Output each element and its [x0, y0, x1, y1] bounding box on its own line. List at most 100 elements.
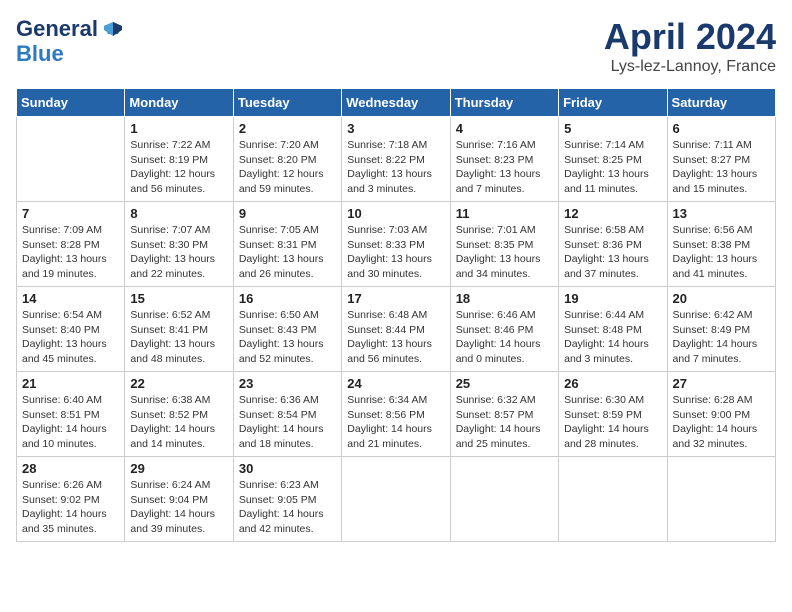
day-info: Sunrise: 7:16 AM Sunset: 8:23 PM Dayligh…: [456, 138, 553, 197]
calendar-cell: 10Sunrise: 7:03 AM Sunset: 8:33 PM Dayli…: [342, 202, 450, 287]
calendar-cell: [450, 457, 558, 542]
calendar-cell: 27 Sunrise: 6:28 AM Sunset: 9:00 PM Dayli…: [667, 372, 775, 457]
day-info: Sunrise: 6:54 AM Sunset: 8:40 PM Dayligh…: [22, 308, 119, 367]
title-area: April 2024 Lys-lez-Lannoy, France: [604, 16, 776, 76]
calendar-cell: 6 Sunrise: 7:11 AM Sunset: 8:27 PM Daylig…: [667, 117, 775, 202]
day-info: Sunrise: 6:48 AM Sunset: 8:44 PM Dayligh…: [347, 308, 444, 367]
calendar-cell: 16 Sunrise: 6:50 AM Sunset: 8:43 PM Dayli…: [233, 287, 341, 372]
page-header: General Blue April 2024 Lys-lez-Lannoy, …: [16, 16, 776, 76]
day-number: 17: [347, 291, 444, 306]
day-number: 9: [239, 206, 336, 221]
logo-icon: [100, 16, 126, 42]
calendar-cell: 9 Sunrise: 7:05 AM Sunset: 8:31 PM Daylig…: [233, 202, 341, 287]
calendar-header-wednesday: Wednesday: [342, 89, 450, 117]
calendar-cell: 18 Sunrise: 6:46 AM Sunset: 8:46 PM Dayli…: [450, 287, 558, 372]
calendar-header-monday: Monday: [125, 89, 233, 117]
day-number: 19: [564, 291, 661, 306]
calendar-cell: 11 Sunrise: 7:01 AM Sunset: 8:35 PM Dayli…: [450, 202, 558, 287]
day-info: Sunrise: 6:40 AM Sunset: 8:51 PM Dayligh…: [22, 393, 119, 452]
day-info: Sunrise: 7:14 AM Sunset: 8:25 PM Dayligh…: [564, 138, 661, 197]
day-number: 18: [456, 291, 553, 306]
day-number: 4: [456, 121, 553, 136]
calendar-cell: 8Sunrise: 7:07 AM Sunset: 8:30 PM Daylig…: [125, 202, 233, 287]
day-number: 12: [564, 206, 661, 221]
calendar-cell: 20 Sunrise: 6:42 AM Sunset: 8:49 PM Dayli…: [667, 287, 775, 372]
day-info: Sunrise: 7:20 AM Sunset: 8:20 PM Dayligh…: [239, 138, 336, 197]
day-info: Sunrise: 7:01 AM Sunset: 8:35 PM Dayligh…: [456, 223, 553, 282]
calendar-cell: 14 Sunrise: 6:54 AM Sunset: 8:40 PM Dayli…: [17, 287, 125, 372]
day-info: Sunrise: 6:42 AM Sunset: 8:49 PM Dayligh…: [673, 308, 770, 367]
day-number: 21: [22, 376, 119, 391]
calendar-cell: 22Sunrise: 6:38 AM Sunset: 8:52 PM Dayli…: [125, 372, 233, 457]
calendar-week-row: 21 Sunrise: 6:40 AM Sunset: 8:51 PM Dayli…: [17, 372, 776, 457]
calendar-header-tuesday: Tuesday: [233, 89, 341, 117]
calendar-cell: 25 Sunrise: 6:32 AM Sunset: 8:57 PM Dayli…: [450, 372, 558, 457]
day-number: 1: [130, 121, 227, 136]
day-number: 8: [130, 206, 227, 221]
calendar-cell: 24Sunrise: 6:34 AM Sunset: 8:56 PM Dayli…: [342, 372, 450, 457]
calendar-cell: 3 Sunrise: 7:18 AM Sunset: 8:22 PM Daylig…: [342, 117, 450, 202]
day-number: 27: [673, 376, 770, 391]
calendar-cell: 5 Sunrise: 7:14 AM Sunset: 8:25 PM Daylig…: [559, 117, 667, 202]
day-number: 3: [347, 121, 444, 136]
calendar-cell: [342, 457, 450, 542]
day-info: Sunrise: 6:24 AM Sunset: 9:04 PM Dayligh…: [130, 478, 227, 537]
day-info: Sunrise: 6:50 AM Sunset: 8:43 PM Dayligh…: [239, 308, 336, 367]
day-number: 11: [456, 206, 553, 221]
day-number: 10: [347, 206, 444, 221]
day-info: Sunrise: 6:56 AM Sunset: 8:38 PM Dayligh…: [673, 223, 770, 282]
calendar-header-saturday: Saturday: [667, 89, 775, 117]
day-info: Sunrise: 7:22 AM Sunset: 8:19 PM Dayligh…: [130, 138, 227, 197]
calendar-cell: 7 Sunrise: 7:09 AM Sunset: 8:28 PM Daylig…: [17, 202, 125, 287]
calendar-cell: 13 Sunrise: 6:56 AM Sunset: 8:38 PM Dayli…: [667, 202, 775, 287]
calendar-week-row: 1 Sunrise: 7:22 AM Sunset: 8:19 PM Daylig…: [17, 117, 776, 202]
month-title: April 2024: [604, 16, 776, 58]
calendar-table: SundayMondayTuesdayWednesdayThursdayFrid…: [16, 88, 776, 542]
calendar-cell: 28Sunrise: 6:26 AM Sunset: 9:02 PM Dayli…: [17, 457, 125, 542]
day-number: 7: [22, 206, 119, 221]
day-info: Sunrise: 6:52 AM Sunset: 8:41 PM Dayligh…: [130, 308, 227, 367]
calendar-cell: [667, 457, 775, 542]
day-number: 15: [130, 291, 227, 306]
calendar-cell: 29Sunrise: 6:24 AM Sunset: 9:04 PM Dayli…: [125, 457, 233, 542]
calendar-cell: 1 Sunrise: 7:22 AM Sunset: 8:19 PM Daylig…: [125, 117, 233, 202]
day-number: 6: [673, 121, 770, 136]
day-info: Sunrise: 6:26 AM Sunset: 9:02 PM Dayligh…: [22, 478, 119, 537]
calendar-header-sunday: Sunday: [17, 89, 125, 117]
day-number: 2: [239, 121, 336, 136]
day-info: Sunrise: 7:18 AM Sunset: 8:22 PM Dayligh…: [347, 138, 444, 197]
day-info: Sunrise: 7:05 AM Sunset: 8:31 PM Dayligh…: [239, 223, 336, 282]
day-info: Sunrise: 6:46 AM Sunset: 8:46 PM Dayligh…: [456, 308, 553, 367]
calendar-cell: 4 Sunrise: 7:16 AM Sunset: 8:23 PM Daylig…: [450, 117, 558, 202]
day-number: 5: [564, 121, 661, 136]
day-number: 16: [239, 291, 336, 306]
day-number: 13: [673, 206, 770, 221]
day-info: Sunrise: 7:09 AM Sunset: 8:28 PM Dayligh…: [22, 223, 119, 282]
day-info: Sunrise: 6:23 AM Sunset: 9:05 PM Dayligh…: [239, 478, 336, 537]
calendar-week-row: 28Sunrise: 6:26 AM Sunset: 9:02 PM Dayli…: [17, 457, 776, 542]
day-info: Sunrise: 6:30 AM Sunset: 8:59 PM Dayligh…: [564, 393, 661, 452]
day-number: 30: [239, 461, 336, 476]
calendar-header-row: SundayMondayTuesdayWednesdayThursdayFrid…: [17, 89, 776, 117]
calendar-week-row: 7 Sunrise: 7:09 AM Sunset: 8:28 PM Daylig…: [17, 202, 776, 287]
day-info: Sunrise: 6:32 AM Sunset: 8:57 PM Dayligh…: [456, 393, 553, 452]
day-number: 24: [347, 376, 444, 391]
day-number: 23: [239, 376, 336, 391]
day-number: 14: [22, 291, 119, 306]
calendar-cell: 15 Sunrise: 6:52 AM Sunset: 8:41 PM Dayli…: [125, 287, 233, 372]
day-info: Sunrise: 6:58 AM Sunset: 8:36 PM Dayligh…: [564, 223, 661, 282]
location: Lys-lez-Lannoy, France: [604, 58, 776, 76]
calendar-cell: 12 Sunrise: 6:58 AM Sunset: 8:36 PM Dayli…: [559, 202, 667, 287]
calendar-cell: [17, 117, 125, 202]
day-number: 25: [456, 376, 553, 391]
day-info: Sunrise: 7:11 AM Sunset: 8:27 PM Dayligh…: [673, 138, 770, 197]
calendar-cell: 2 Sunrise: 7:20 AM Sunset: 8:20 PM Daylig…: [233, 117, 341, 202]
day-info: Sunrise: 6:28 AM Sunset: 9:00 PM Dayligh…: [673, 393, 770, 452]
day-number: 20: [673, 291, 770, 306]
calendar-cell: 26Sunrise: 6:30 AM Sunset: 8:59 PM Dayli…: [559, 372, 667, 457]
calendar-header-thursday: Thursday: [450, 89, 558, 117]
day-number: 22: [130, 376, 227, 391]
calendar-cell: 17 Sunrise: 6:48 AM Sunset: 8:44 PM Dayli…: [342, 287, 450, 372]
calendar-header-friday: Friday: [559, 89, 667, 117]
logo-general: General: [16, 17, 98, 41]
